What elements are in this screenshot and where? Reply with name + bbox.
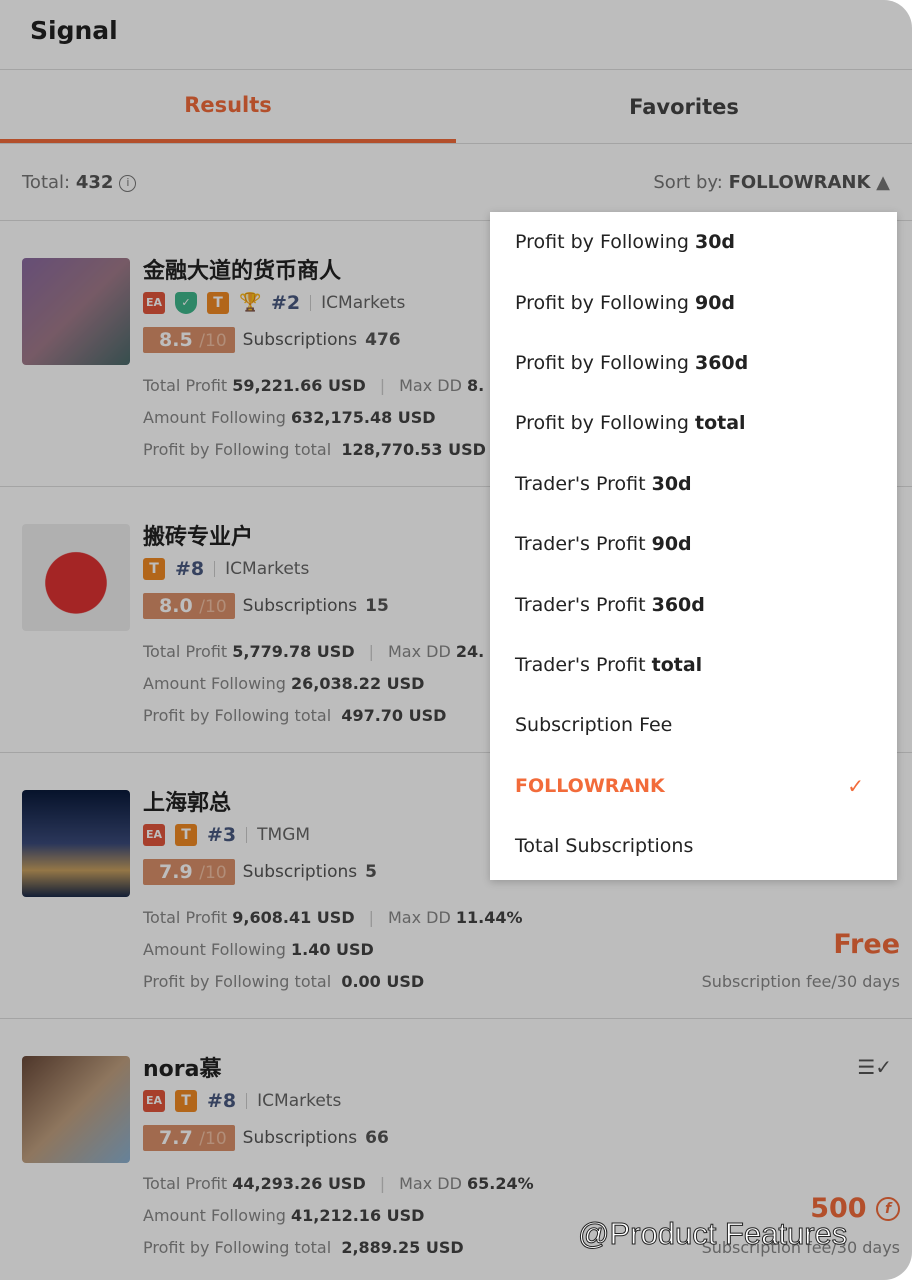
sort-dropdown: Profit by Following 30d Profit by Followi… — [490, 212, 897, 880]
watermark: @Product Features — [577, 1216, 848, 1252]
sort-option[interactable]: Profit by Following 30d — [490, 212, 897, 272]
sort-option[interactable]: Trader's Profit 90d — [490, 514, 897, 574]
sort-option[interactable]: Trader's Profit 360d — [490, 574, 897, 634]
sort-option[interactable]: Profit by Following total — [490, 393, 897, 453]
sort-option[interactable]: Profit by Following 360d — [490, 333, 897, 393]
check-icon: ✓ — [847, 773, 864, 798]
sort-option[interactable]: Trader's Profit total — [490, 635, 897, 695]
sort-option[interactable]: Profit by Following 90d — [490, 272, 897, 332]
sort-option[interactable]: Subscription Fee — [490, 695, 897, 755]
sort-option[interactable]: Total Subscriptions — [490, 816, 897, 876]
sort-option[interactable]: Trader's Profit 30d — [490, 454, 897, 514]
sort-option[interactable]: FOLLOWRANK ✓ — [490, 756, 897, 816]
